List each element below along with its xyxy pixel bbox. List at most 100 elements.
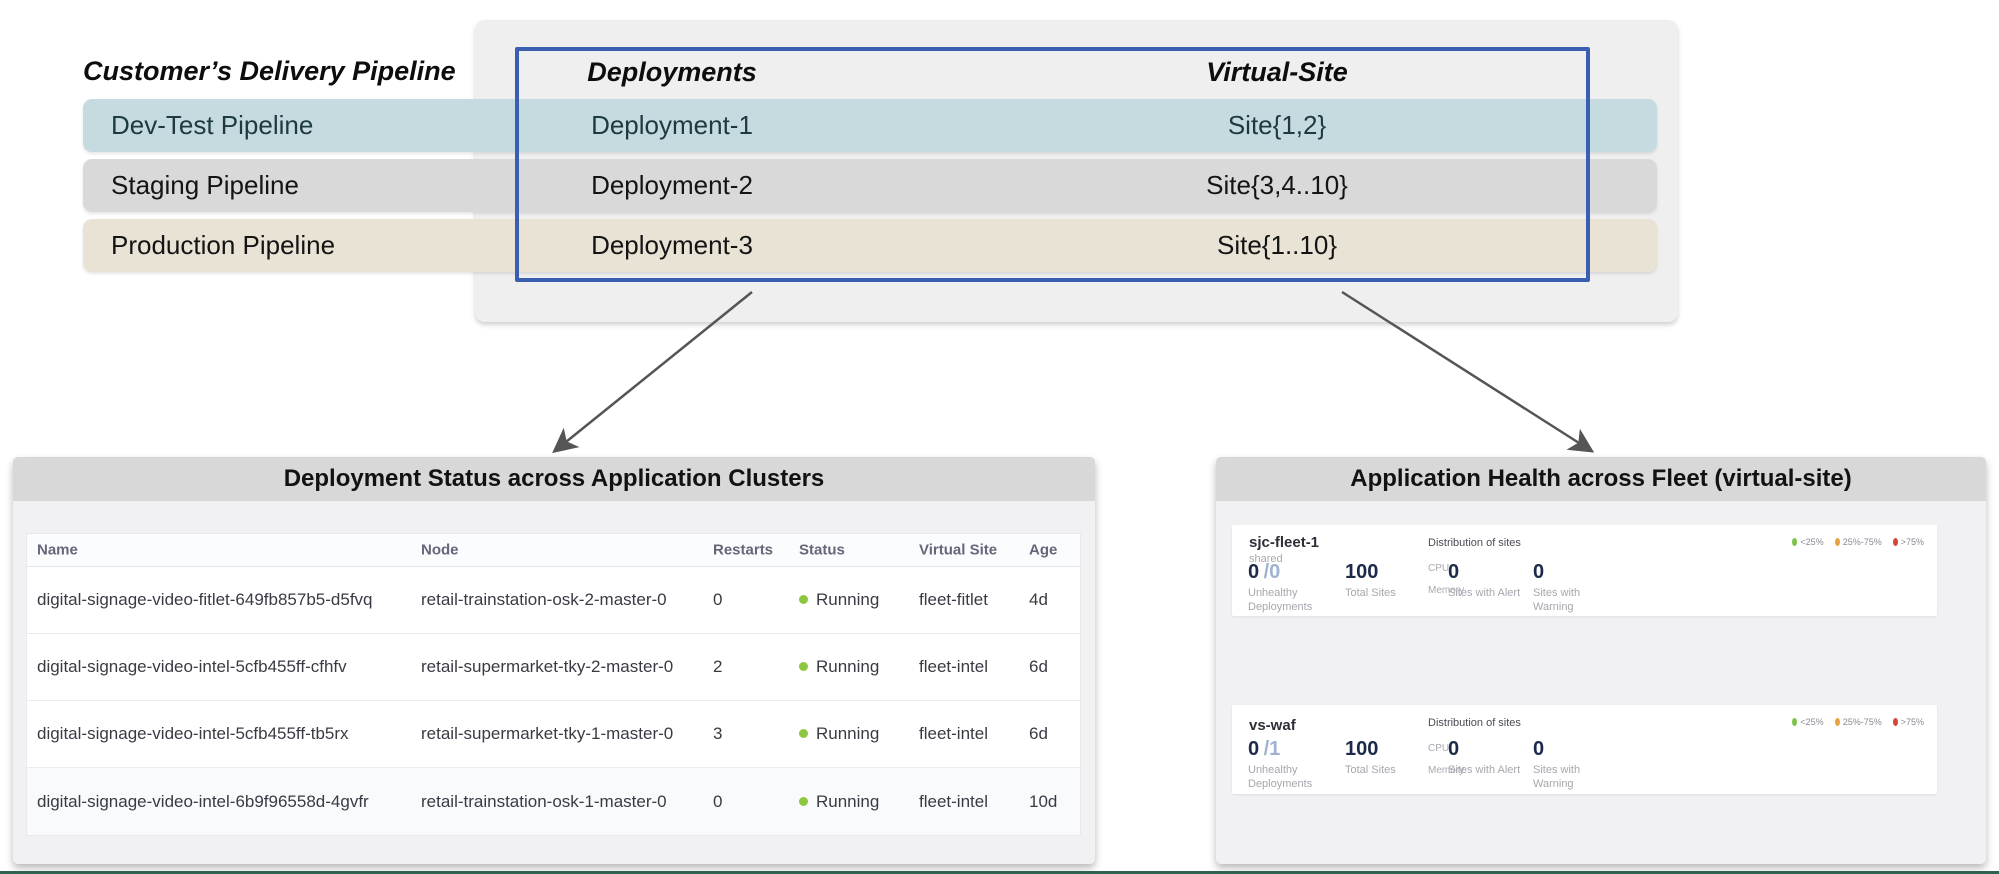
virtual-site-cell: fleet-intel (919, 792, 988, 812)
cpu-label: CPU (1428, 743, 1460, 754)
status-cell: Running (799, 590, 879, 610)
stat-label: Total Sites (1345, 764, 1427, 778)
age-cell: 4d (1029, 590, 1048, 610)
stat-value: 100 (1345, 738, 1378, 760)
status-text: Running (816, 792, 879, 811)
pipeline-name-cell: Production Pipeline (111, 219, 335, 272)
green-dot-icon (1792, 718, 1797, 726)
col-header-virtual-site: Virtual Site (919, 542, 997, 559)
distribution-of-sites-label: Distribution of sites (1428, 537, 1521, 549)
cpu-bar (1460, 744, 1925, 753)
pipeline-name-cell: Staging Pipeline (111, 159, 299, 212)
legend-item: >75% (1893, 717, 1924, 727)
stat-label: Total Sites (1345, 587, 1427, 601)
col-header-name: Name (37, 542, 78, 559)
virtual-site-cell: fleet-intel (919, 657, 988, 677)
yellow-dot-icon (1835, 538, 1840, 546)
red-dot-icon (1893, 718, 1898, 726)
yellow-dot-icon (1835, 718, 1840, 726)
pipeline-diagram-title: Customer’s Delivery Pipeline (83, 56, 456, 87)
fleet-card[interactable]: vs-waf 0 /1 Unhealthy Deployments 100 To… (1232, 705, 1937, 794)
status-cell: Running (799, 657, 879, 677)
cpu-label: CPU (1428, 563, 1460, 574)
legend-label: <25% (1800, 537, 1823, 547)
pod-name-cell: digital-signage-video-fitlet-649fb857b5-… (37, 590, 373, 610)
stat-total: /0 (1264, 561, 1281, 583)
age-cell: 6d (1029, 724, 1048, 744)
fleet-card[interactable]: sjc-fleet-1 shared 0 /0 Unhealthy Deploy… (1232, 525, 1937, 616)
node-cell: retail-trainstation-osk-2-master-0 (421, 590, 667, 610)
fleet-name: sjc-fleet-1 (1249, 534, 1319, 551)
restarts-cell: 2 (713, 657, 722, 677)
legend-item: 25%-75% (1835, 537, 1882, 547)
virtual-site-cell: fleet-intel (919, 724, 988, 744)
memory-label: Memory (1428, 765, 1464, 776)
distribution-legend: <25% 25%-75% >75% (1792, 717, 1924, 727)
unhealthy-deployments-stat: 0 /1 Unhealthy Deployments (1248, 738, 1330, 792)
running-status-dot-icon (799, 797, 808, 806)
memory-distribution-row: Memory (1428, 585, 1925, 596)
green-dot-icon (1792, 538, 1797, 546)
distribution-of-sites-label: Distribution of sites (1428, 717, 1521, 729)
memory-bar (1464, 766, 1925, 775)
total-sites-stat: 100 Total Sites (1345, 738, 1427, 778)
table-row[interactable]: digital-signage-video-fitlet-649fb857b5-… (27, 567, 1080, 634)
legend-item: 25%-75% (1835, 717, 1882, 727)
stat-total: /1 (1264, 738, 1281, 760)
memory-distribution-row: Memory (1428, 765, 1925, 776)
cpu-distribution-row: CPU (1428, 563, 1925, 574)
restarts-cell: 3 (713, 724, 722, 744)
red-dot-icon (1893, 538, 1898, 546)
unhealthy-deployments-stat: 0 /0 Unhealthy Deployments (1248, 561, 1330, 615)
age-cell: 10d (1029, 792, 1057, 812)
status-cell: Running (799, 724, 879, 744)
table-row[interactable]: digital-signage-video-intel-5cfb455ff-tb… (27, 701, 1080, 768)
fleet-health-panel: Application Health across Fleet (virtual… (1216, 457, 1986, 864)
pod-name-cell: digital-signage-video-intel-5cfb455ff-cf… (37, 657, 347, 677)
col-header-age: Age (1029, 542, 1057, 559)
legend-label: <25% (1800, 717, 1823, 727)
stat-label: Unhealthy Deployments (1248, 764, 1330, 792)
running-status-dot-icon (799, 729, 808, 738)
cpu-distribution-row: CPU (1428, 743, 1925, 754)
stat-value: 100 (1345, 561, 1378, 583)
restarts-cell: 0 (713, 590, 722, 610)
restarts-cell: 0 (713, 792, 722, 812)
status-cell: Running (799, 792, 879, 812)
legend-label: 25%-75% (1843, 537, 1882, 547)
col-header-node: Node (421, 542, 459, 559)
running-status-dot-icon (799, 662, 808, 671)
legend-label: >75% (1901, 537, 1924, 547)
node-cell: retail-supermarket-tky-1-master-0 (421, 724, 673, 744)
stat-label: Unhealthy Deployments (1248, 587, 1330, 615)
deployment-status-panel: Deployment Status across Application Clu… (13, 457, 1095, 864)
legend-item: >75% (1893, 537, 1924, 547)
pipeline-name-cell: Dev-Test Pipeline (111, 99, 313, 152)
col-header-status: Status (799, 542, 845, 559)
node-cell: retail-supermarket-tky-2-master-0 (421, 657, 673, 677)
legend-label: >75% (1901, 717, 1924, 727)
table-row[interactable]: digital-signage-video-intel-6b9f96558d-4… (27, 768, 1080, 835)
highlight-box (515, 47, 1590, 282)
fleet-name: vs-waf (1249, 717, 1296, 734)
status-text: Running (816, 590, 879, 609)
legend-item: <25% (1792, 537, 1823, 547)
col-header-restarts: Restarts (713, 542, 773, 559)
deployment-status-panel-title: Deployment Status across Application Clu… (13, 457, 1095, 501)
virtual-site-cell: fleet-fitlet (919, 590, 988, 610)
memory-bar (1464, 586, 1925, 595)
legend-item: <25% (1792, 717, 1823, 727)
table-header-row: Name Node Restarts Status Virtual Site A… (27, 534, 1080, 567)
age-cell: 6d (1029, 657, 1048, 677)
memory-label: Memory (1428, 585, 1464, 596)
pod-name-cell: digital-signage-video-intel-6b9f96558d-4… (37, 792, 369, 812)
fleet-health-panel-title: Application Health across Fleet (virtual… (1216, 457, 1986, 501)
pod-name-cell: digital-signage-video-intel-5cfb455ff-tb… (37, 724, 349, 744)
stat-value: 0 (1248, 738, 1259, 760)
running-status-dot-icon (799, 595, 808, 604)
total-sites-stat: 100 Total Sites (1345, 561, 1427, 601)
status-text: Running (816, 657, 879, 676)
legend-label: 25%-75% (1843, 717, 1882, 727)
table-row[interactable]: digital-signage-video-intel-5cfb455ff-cf… (27, 634, 1080, 701)
cpu-bar (1460, 564, 1925, 573)
